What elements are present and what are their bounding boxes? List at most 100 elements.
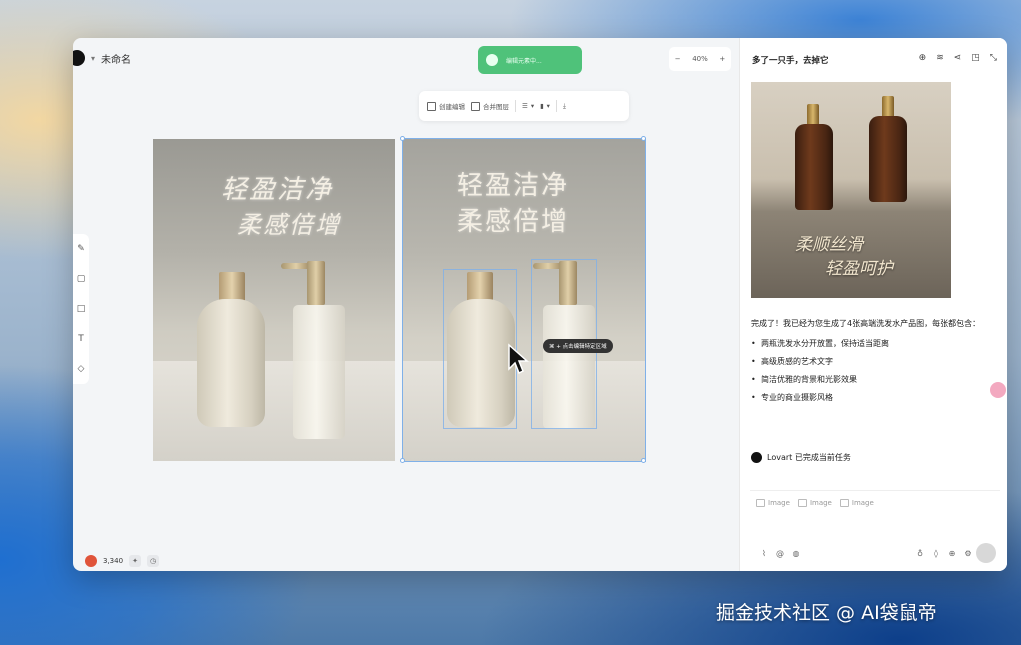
merge-layers-button[interactable]: 合并图层 — [471, 101, 509, 111]
result-preview-image[interactable]: 柔顺丝滑 轻盈呵护 — [751, 82, 951, 298]
image-chip[interactable]: Image — [839, 499, 874, 507]
create-edit-label: 创建编辑 — [439, 103, 465, 111]
image-chip[interactable]: Image — [756, 499, 790, 507]
preview-text-line2: 轻盈呵护 — [825, 259, 893, 279]
toast-text: 编辑元素中... — [506, 57, 542, 65]
lovart-logo-icon — [751, 452, 762, 463]
chat-title: 多了一只手，去掉它 — [752, 56, 829, 66]
toolbar-divider — [515, 100, 516, 112]
edit-hint-tooltip: ⌘ + 点击编辑特定区域 — [543, 339, 613, 353]
chevron-down-icon: ▾ — [530, 102, 535, 110]
glass-bottle — [293, 305, 345, 439]
list-item: 专业的商业摄影风格 — [751, 389, 989, 407]
zoom-control: − 40% + — [669, 47, 731, 71]
attachment-chips: Image Image Image — [756, 499, 874, 507]
zoom-out-button[interactable]: − — [675, 55, 681, 63]
app-window: ▾ 未命名 编辑元素中... − 40% + 创建编辑 合并图层 ☰ ▾ ▮ ▾ ⤓ — [73, 38, 1007, 571]
shape-icon[interactable]: ◇ — [78, 364, 85, 374]
text-icon[interactable]: T — [78, 334, 84, 344]
assistant-message: 完成了！我已经为您生成了4张高端洗发水产品图，每张都包含： 两瓶洗发水分开放置，… — [751, 316, 989, 407]
zoom-level[interactable]: 40% — [692, 55, 708, 63]
generated-image-left[interactable]: 轻盈洁净 柔感倍增 — [153, 139, 395, 461]
loading-icon — [486, 54, 498, 66]
app-logo-icon[interactable] — [73, 50, 85, 66]
floating-toolbar: 创建编辑 合并图层 ☰ ▾ ▮ ▾ ⤓ — [419, 91, 629, 121]
sparkle-icon[interactable]: ✦ — [129, 555, 142, 567]
chat-panel: 多了一只手，去掉它 ⊕ ≋ ⋖ ◳ ⤡ 柔顺丝滑 轻盈呵护 完成了！我已经为您生… — [739, 38, 1007, 571]
task-complete-status: Lovart 已完成当前任务 — [751, 452, 851, 463]
bottle-neck — [807, 104, 819, 126]
create-edit-button[interactable]: 创建编辑 — [427, 101, 465, 111]
credits-icon — [85, 555, 97, 567]
watermark-text: 掘金技术社区 @ AI袋鼠帝 — [716, 602, 937, 624]
align-dropdown[interactable]: ☰ ▾ — [522, 102, 534, 110]
settings-icon[interactable]: ≋ — [936, 53, 944, 63]
document-name[interactable]: 未命名 — [101, 51, 131, 66]
size-dropdown[interactable]: ▮ ▾ — [540, 102, 550, 110]
bottle-cap — [219, 272, 245, 302]
resize-handle[interactable] — [641, 458, 646, 463]
floating-assistant-icon[interactable] — [990, 382, 1006, 398]
globe-icon[interactable]: ⊕ — [944, 545, 960, 561]
align-icon: ☰ — [522, 102, 528, 110]
merge-layers-label: 合并图层 — [483, 103, 509, 111]
art-text-line2: 柔感倍增 — [457, 207, 570, 237]
rectangle-icon[interactable]: □ — [77, 304, 86, 314]
status-toast: 编辑元素中... — [478, 46, 582, 74]
message-intro: 完成了！我已经为您生成了4张高端洗发水产品图，每张都包含： — [751, 319, 981, 328]
resize-handle[interactable] — [400, 458, 405, 463]
list-item: 简洁优雅的背景和光影效果 — [751, 371, 989, 389]
marble-table — [403, 361, 645, 461]
chip-label: Image — [809, 499, 832, 507]
mouse-cursor-icon — [508, 343, 529, 375]
amber-bottle — [795, 124, 833, 210]
idea-icon[interactable]: ♁ — [912, 545, 928, 561]
history-icon[interactable]: ◳ — [971, 53, 980, 63]
new-chat-icon[interactable]: ⊕ — [919, 53, 927, 63]
task-complete-text: Lovart 已完成当前任务 — [767, 453, 851, 462]
pen-icon[interactable]: ✎ — [77, 244, 85, 254]
pump-neck — [307, 261, 325, 305]
doc-title-bar[interactable]: ▾ 未命名 — [73, 48, 131, 68]
zoom-in-button[interactable]: + — [719, 55, 725, 63]
white-bottle — [197, 299, 265, 427]
collapse-icon[interactable]: ⤡ — [990, 53, 997, 63]
share-icon[interactable]: ⋖ — [954, 53, 962, 63]
generated-image-right[interactable]: 轻盈洁净 柔感倍增 — [402, 138, 646, 462]
image-chip[interactable]: Image — [797, 499, 832, 507]
image-icon — [839, 499, 849, 507]
frame-icon[interactable]: ▢ — [77, 274, 86, 284]
chat-input[interactable]: Image Image Image ⌇ @ ◍ ♁ ◊ ⊕ ⚙ — [750, 490, 1000, 566]
send-button[interactable] — [976, 543, 996, 563]
preview-text-line1: 柔顺丝滑 — [795, 235, 863, 255]
art-text-line1: 轻盈洁净 — [221, 175, 334, 205]
settings-gear-icon[interactable]: ⚙ — [960, 545, 976, 561]
resize-handle[interactable] — [641, 136, 646, 141]
image-icon — [797, 499, 807, 507]
chip-label: Image — [851, 499, 874, 507]
art-text-line2: 柔感倍增 — [237, 211, 341, 239]
credits-bar: 3,340 ✦ ◷ — [85, 555, 160, 567]
magic-icon[interactable]: ◊ — [928, 545, 944, 561]
left-toolbar: ✎ ▢ □ T ◇ — [73, 234, 89, 384]
column-icon: ▮ — [540, 102, 544, 110]
bullet-list: 两瓶洗发水分开放置，保持适当距离 高级质感的艺术文字 简洁优雅的背景和光影效果 … — [751, 335, 989, 407]
mention-icon[interactable]: @ — [772, 545, 788, 561]
attach-icon[interactable]: ⌇ — [756, 545, 772, 561]
resize-handle[interactable] — [400, 136, 405, 141]
bottle-neck — [882, 96, 894, 118]
history-icon[interactable]: ◷ — [147, 555, 160, 567]
select-region-icon — [427, 101, 436, 111]
panel-header-actions: ⊕ ≋ ⋖ ◳ ⤡ — [919, 53, 997, 63]
list-item: 两瓶洗发水分开放置，保持适当距离 — [751, 335, 989, 353]
toolbar-divider — [555, 100, 557, 112]
art-text-line1: 轻盈洁净 — [457, 171, 570, 201]
amber-bottle — [869, 116, 907, 202]
chevron-down-icon[interactable]: ▾ — [91, 54, 95, 63]
credits-count[interactable]: 3,340 — [103, 557, 123, 565]
list-item: 高级质感的艺术文字 — [751, 353, 989, 371]
download-icon: ⤓ — [562, 101, 566, 110]
download-button[interactable]: ⤓ — [563, 102, 566, 111]
model-icon[interactable]: ◍ — [788, 545, 804, 561]
element-selection-box[interactable] — [443, 269, 517, 429]
